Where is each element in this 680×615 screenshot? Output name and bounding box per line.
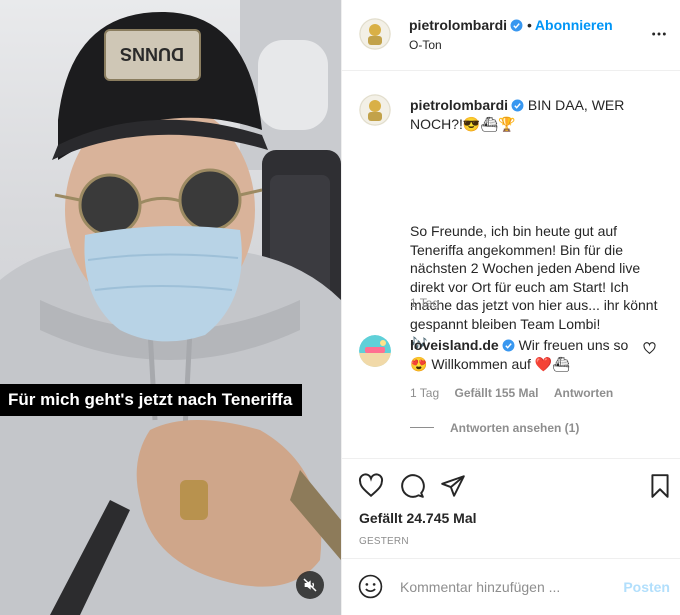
header-separator: • bbox=[527, 17, 532, 33]
avatar[interactable] bbox=[359, 18, 391, 50]
share-button[interactable] bbox=[440, 473, 466, 502]
like-button[interactable] bbox=[358, 473, 384, 502]
heart-icon bbox=[358, 473, 384, 498]
header-subtitle[interactable]: O-Ton bbox=[409, 38, 442, 52]
video-caption: Für mich geht's jetzt nach Teneriffa bbox=[0, 384, 303, 416]
video-frame: DUNNS bbox=[0, 0, 341, 615]
comment-meta: 1 Tag Gefällt 155 Mal Antworten bbox=[410, 386, 613, 400]
verified-icon bbox=[510, 19, 523, 32]
emoji-button[interactable] bbox=[358, 574, 383, 602]
mute-button[interactable] bbox=[296, 571, 324, 599]
post-media[interactable]: DUNNS Für mich geht's jetzt nach Tenerif… bbox=[0, 0, 341, 615]
post-actions: Gefällt 24.745 Mal GESTERN bbox=[342, 458, 680, 558]
svg-text:DUNNS: DUNNS bbox=[120, 44, 184, 64]
follow-button[interactable]: Abonnieren bbox=[535, 17, 613, 33]
header-username[interactable]: pietrolombardi bbox=[409, 17, 507, 33]
avatar-image bbox=[359, 335, 391, 367]
save-button[interactable] bbox=[647, 473, 673, 502]
comments-section: pietrolombardi BIN DAA, WER NOCH?!😎⛴🏆 So… bbox=[342, 72, 680, 458]
comment-line2-prefix: so bbox=[613, 337, 629, 353]
comment-username[interactable]: loveisland.de bbox=[410, 337, 499, 353]
comment-likes[interactable]: Gefällt 155 Mal bbox=[454, 386, 538, 400]
more-options-button[interactable] bbox=[651, 26, 667, 45]
verified-icon bbox=[511, 99, 524, 112]
comment-button[interactable] bbox=[399, 473, 425, 502]
comment-age[interactable]: 1 Tag bbox=[410, 386, 439, 400]
comment-emoji1: 😍 bbox=[410, 355, 428, 372]
replies-line bbox=[410, 427, 434, 428]
avatar-image bbox=[359, 18, 391, 50]
caption-body-text: So Freunde, ich bin heute gut auf Teneri… bbox=[410, 223, 658, 332]
comment-input[interactable]: Kommentar hinzufügen ... bbox=[400, 579, 560, 595]
comment-text: loveisland.de Wir freuen uns so 😍 Willko… bbox=[410, 336, 640, 373]
post-panel: pietrolombardi • Abonnieren O-Ton pietrolo… bbox=[341, 0, 680, 615]
comment-line2-mid: Willkommen auf bbox=[431, 355, 531, 372]
header-line: pietrolombardi • Abonnieren bbox=[409, 17, 613, 33]
speaker-muted-icon bbox=[303, 578, 317, 592]
comment-like-button[interactable] bbox=[643, 342, 656, 358]
post-caption-body: So Freunde, ich bin heute gut auf Teneri… bbox=[410, 222, 660, 352]
smiley-icon bbox=[358, 574, 383, 599]
post-date[interactable]: GESTERN bbox=[359, 536, 409, 547]
comment-icon bbox=[401, 474, 425, 498]
comment-reply-button[interactable]: Antworten bbox=[554, 386, 613, 400]
more-icon bbox=[652, 32, 666, 36]
caption-avatar[interactable] bbox=[359, 94, 391, 126]
view-replies-label[interactable]: Antworten ansehen (1) bbox=[450, 421, 579, 435]
comment-avatar[interactable] bbox=[359, 335, 391, 367]
caption-title-emojis: 😎⛴🏆 bbox=[462, 115, 516, 132]
add-comment-bar: Kommentar hinzufügen ... Posten bbox=[342, 558, 680, 615]
share-icon bbox=[441, 475, 465, 497]
avatar-image bbox=[359, 94, 391, 126]
view-replies[interactable]: Antworten ansehen (1) bbox=[410, 421, 579, 435]
post-comment-button[interactable]: Posten bbox=[623, 579, 670, 595]
comment-emoji3: ⛴ bbox=[552, 355, 571, 372]
comment-line1: Wir freuen uns bbox=[518, 337, 610, 353]
caption-username[interactable]: pietrolombardi bbox=[410, 97, 508, 113]
heart-outline-icon bbox=[643, 342, 656, 355]
post-caption-title: pietrolombardi BIN DAA, WER NOCH?!😎⛴🏆 bbox=[410, 96, 660, 133]
post-header: pietrolombardi • Abonnieren O-Ton bbox=[342, 0, 680, 71]
likes-count[interactable]: Gefällt 24.745 Mal bbox=[359, 510, 477, 526]
bookmark-icon bbox=[651, 474, 669, 498]
comment-emoji2: ❤️ bbox=[534, 355, 553, 372]
caption-age[interactable]: 1 Tag bbox=[410, 296, 439, 310]
verified-icon bbox=[502, 339, 515, 352]
